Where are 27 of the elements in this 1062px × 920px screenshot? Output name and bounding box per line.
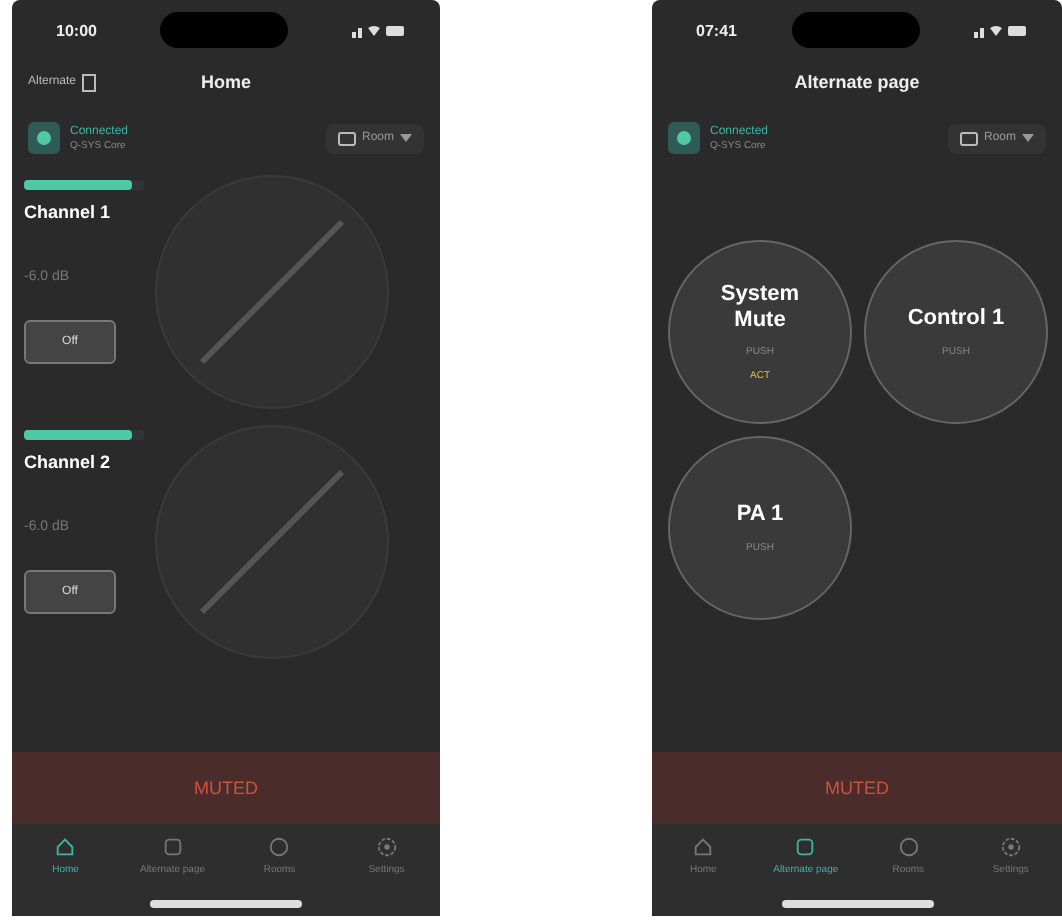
settings-icon <box>999 836 1022 858</box>
door-icon <box>82 73 97 91</box>
status-icons <box>352 23 404 37</box>
channel-name: Channel 2 <box>24 452 113 472</box>
page-icon <box>161 836 184 858</box>
page-title: Home <box>200 72 251 92</box>
settings-icon <box>375 836 398 858</box>
caret-icon <box>1022 134 1034 142</box>
channel-name: Channel 1 <box>24 202 113 222</box>
status-time: 07:41 <box>696 21 737 39</box>
page-title: Alternate page <box>794 72 920 92</box>
status-icons <box>974 23 1026 37</box>
home-icon <box>54 836 77 858</box>
connection-icon <box>668 122 700 154</box>
muted-banner: MUTED <box>12 752 440 824</box>
dynamic-island <box>160 12 289 48</box>
muted-banner: MUTED <box>652 752 1062 824</box>
muted-knob[interactable] <box>152 422 392 662</box>
caret-icon <box>400 134 412 142</box>
connection-icon <box>28 122 60 154</box>
muted-knob[interactable] <box>152 172 392 412</box>
dynamic-island <box>791 12 920 48</box>
circle-icon <box>268 836 291 858</box>
page-icon <box>794 836 817 858</box>
home-icon <box>692 836 715 858</box>
status-time: 10:00 <box>56 21 97 39</box>
circle-icon <box>897 836 920 858</box>
